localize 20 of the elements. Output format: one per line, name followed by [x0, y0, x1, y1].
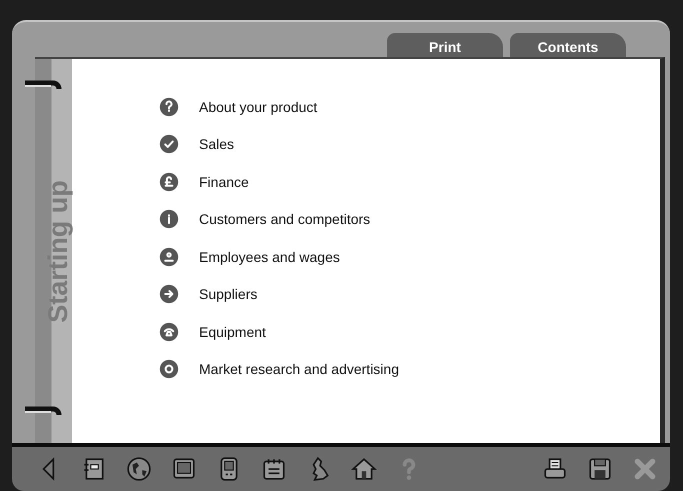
menu-item[interactable]: About your product [199, 98, 318, 115]
telephone-icon[interactable] [159, 322, 179, 342]
question-icon[interactable] [159, 96, 179, 117]
menu-item[interactable]: Employees and wages [199, 248, 340, 265]
section-title: Starting up [43, 180, 74, 322]
globe-icon[interactable] [126, 456, 152, 482]
save-icon[interactable] [587, 456, 613, 482]
tab[interactable]: Print [387, 33, 503, 57]
pound-icon[interactable] [159, 172, 179, 192]
home-icon[interactable] [351, 456, 377, 482]
checkmark-icon[interactable] [159, 134, 179, 154]
info-icon[interactable] [159, 209, 179, 230]
menu-item[interactable]: Finance [199, 174, 249, 190]
menu-item[interactable]: Equipment [199, 324, 266, 340]
menu-item[interactable]: Market research and advertising [199, 361, 399, 378]
menu-item[interactable]: Customers and competitors [199, 211, 370, 228]
tab[interactable]: Contents [510, 33, 626, 57]
person-icon[interactable] [159, 246, 179, 267]
menu-item[interactable]: Suppliers [199, 286, 258, 302]
menu-item[interactable]: Sales [199, 136, 234, 152]
